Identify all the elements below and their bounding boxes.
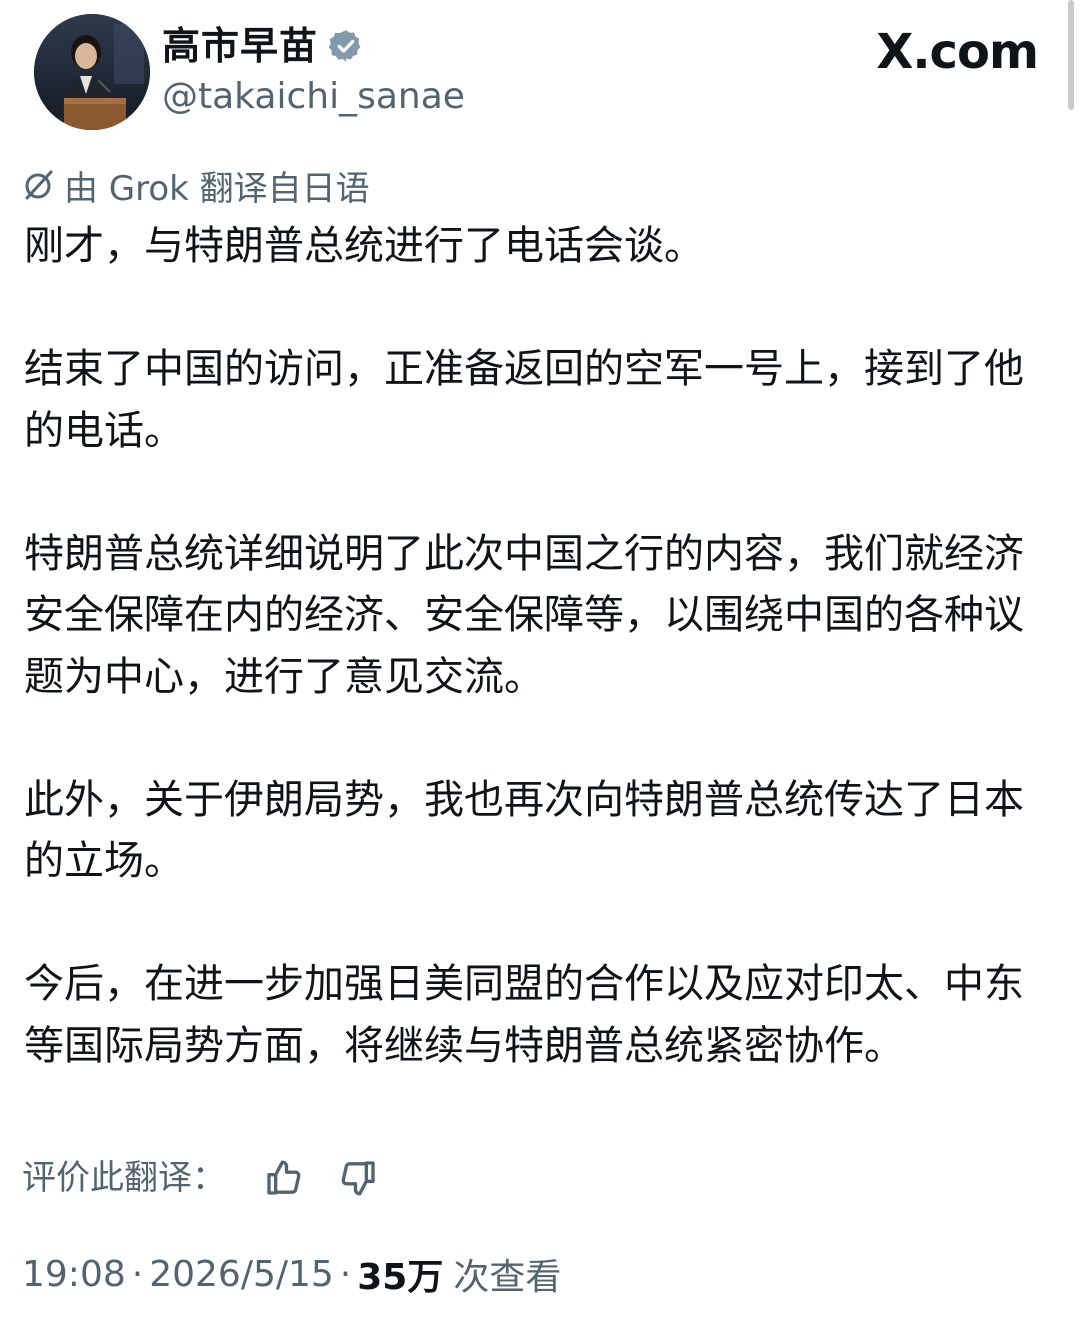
display-name[interactable]: 高市早苗 [162, 20, 318, 72]
thumbs-up-icon[interactable] [262, 1156, 306, 1200]
tweet-paragraph: 特朗普总统详细说明了此次中国之行的内容，我们就经济安全保障在内的经济、安全保障等… [24, 530, 1024, 700]
tweet-paragraph: 结束了中国的访问，正准备返回的空军一号上，接到了他的电话。 [24, 346, 1024, 454]
display-name-row: 高市早苗 [162, 20, 364, 72]
rate-translation-label: 评价此翻译： [22, 1158, 226, 1198]
tweet-meta: 19:08 · 2026/5/15 · 35万 次查看 [22, 1246, 561, 1302]
thumbs-down-icon[interactable] [336, 1156, 380, 1200]
verified-badge-icon [328, 28, 364, 64]
views-count: 35万 [357, 1257, 444, 1298]
tweet-header: 高市早苗 @takaichi_sanae X.com [0, 0, 1080, 150]
grok-icon [22, 168, 56, 202]
translation-note: 由 Grok 翻译自日语 [22, 160, 370, 210]
post-date[interactable]: 2026/5/15 [149, 1254, 334, 1295]
x-com-logo: X.com [876, 24, 1039, 80]
tweet-text: 刚才，与特朗普总统进行了电话会谈。 结束了中国的访问，正准备返回的空军一号上，接… [24, 216, 1034, 1077]
rate-translation-row: 评价此翻译： [22, 1150, 380, 1206]
tweet-paragraph: 此外，关于伊朗局势，我也再次向特朗普总统传达了日本的立场。 [24, 776, 1024, 885]
post-time[interactable]: 19:08 [22, 1254, 126, 1295]
separator: · [131, 1253, 144, 1295]
separator: · [339, 1253, 352, 1295]
tweet-paragraph: 今后，在进一步加强日美同盟的合作以及应对印太、中东等国际局势方面，将继续与特朗普… [24, 961, 1024, 1069]
views-label: 次查看 [453, 1257, 562, 1298]
user-handle[interactable]: @takaichi_sanae [162, 74, 465, 120]
translation-note-text: 由 Grok 翻译自日语 [64, 168, 370, 209]
tweet-paragraph: 刚才，与特朗普总统进行了电话会谈。 [24, 223, 704, 269]
avatar[interactable] [34, 14, 150, 130]
scrollbar[interactable] [1068, 0, 1074, 110]
